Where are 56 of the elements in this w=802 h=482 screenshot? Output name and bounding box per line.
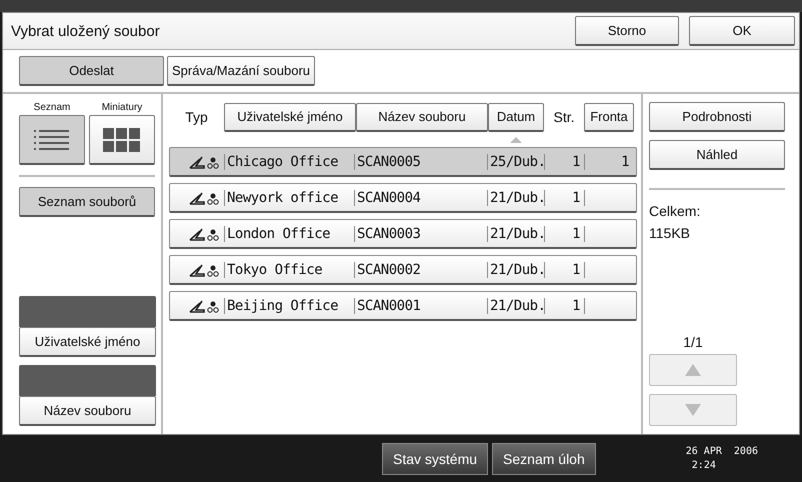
user-name-cell: Chicago Office (225, 154, 355, 170)
down-arrow-icon (685, 404, 701, 416)
view-mode-button[interactable] (19, 115, 85, 165)
tab[interactable]: Správa/Mazání souboru (167, 56, 316, 86)
user-name-cell: Beijing Office (225, 298, 355, 314)
total-size: 115KB (649, 224, 691, 243)
user-name-cell: Tokyo Office (225, 262, 355, 278)
column-header: Str. (552, 109, 576, 125)
date-cell: 25/Dub. (488, 154, 545, 170)
job-list-button[interactable]: Seznam úloh (492, 442, 596, 474)
file-name-cell: SCAN0002 (355, 262, 488, 278)
pages-cell: 1 (545, 298, 585, 314)
cancel-button[interactable]: Storno (575, 16, 679, 46)
pages-cell: 1 (545, 154, 585, 170)
up-arrow-icon (685, 364, 701, 376)
file-name-cell: SCAN0001 (355, 298, 488, 314)
grid-view-icon (103, 128, 141, 152)
file-row[interactable]: Tokyo Office SCAN0002 21/Dub. 1 (169, 255, 637, 285)
column-sort-button[interactable]: Uživatelské jméno (224, 102, 356, 132)
file-name-cell: SCAN0003 (355, 226, 488, 242)
file-row[interactable]: London Office SCAN0003 21/Dub. 1 (169, 219, 637, 249)
file-name-cell: SCAN0004 (355, 190, 488, 206)
window-title: Vybrat uložený soubor (11, 22, 161, 40)
date-cell: 21/Dub. (488, 262, 545, 278)
column-header: Typ (184, 109, 209, 125)
file-list-button[interactable]: Seznam souborů (19, 187, 155, 217)
details-button[interactable]: Podrobnosti (649, 102, 785, 132)
preview-button[interactable]: Náhled (649, 140, 785, 170)
column-sort-button[interactable]: Název souboru (356, 102, 488, 132)
file-name-cell: SCAN0005 (355, 154, 488, 170)
search-button[interactable]: Název souboru (19, 396, 156, 426)
file-row[interactable]: Newyork office SCAN0004 21/Dub. 1 (169, 183, 637, 213)
queue-cell-text: 1 (620, 154, 630, 170)
date-cell: 21/Dub. (488, 298, 545, 314)
ok-button[interactable]: OK (689, 16, 795, 46)
view-mode-label: Miniatury (102, 102, 142, 113)
view-mode-label: Seznam (34, 102, 70, 113)
total-label: Celkem: (649, 202, 702, 221)
page-indicator: 1/1 (682, 334, 704, 350)
tab[interactable]: Odeslat (19, 56, 164, 86)
date-cell: 21/Dub. (488, 226, 545, 242)
date-text: 26 APR 2006 (686, 444, 758, 458)
date-cell: 21/Dub. (488, 190, 545, 206)
file-row[interactable]: Chicago Office SCAN0005 25/Dub. 1 1 (169, 147, 637, 177)
file-row[interactable]: Beijing Office SCAN0001 21/Dub. 1 (169, 291, 637, 321)
search-button[interactable]: Uživatelské jméno (19, 327, 156, 357)
view-mode-button[interactable] (89, 115, 155, 165)
system-status-button[interactable]: Stav systému (382, 442, 488, 474)
user-name-cell: London Office (225, 226, 355, 242)
pages-cell: 1 (545, 262, 585, 278)
time-text: 2:24 (690, 458, 717, 472)
pages-cell: 1 (545, 190, 585, 206)
column-sort-button[interactable]: Fronta (584, 102, 634, 132)
pages-cell: 1 (545, 226, 585, 242)
user-name-cell: Newyork office (225, 190, 355, 206)
column-sort-button[interactable]: Datum (488, 102, 544, 132)
